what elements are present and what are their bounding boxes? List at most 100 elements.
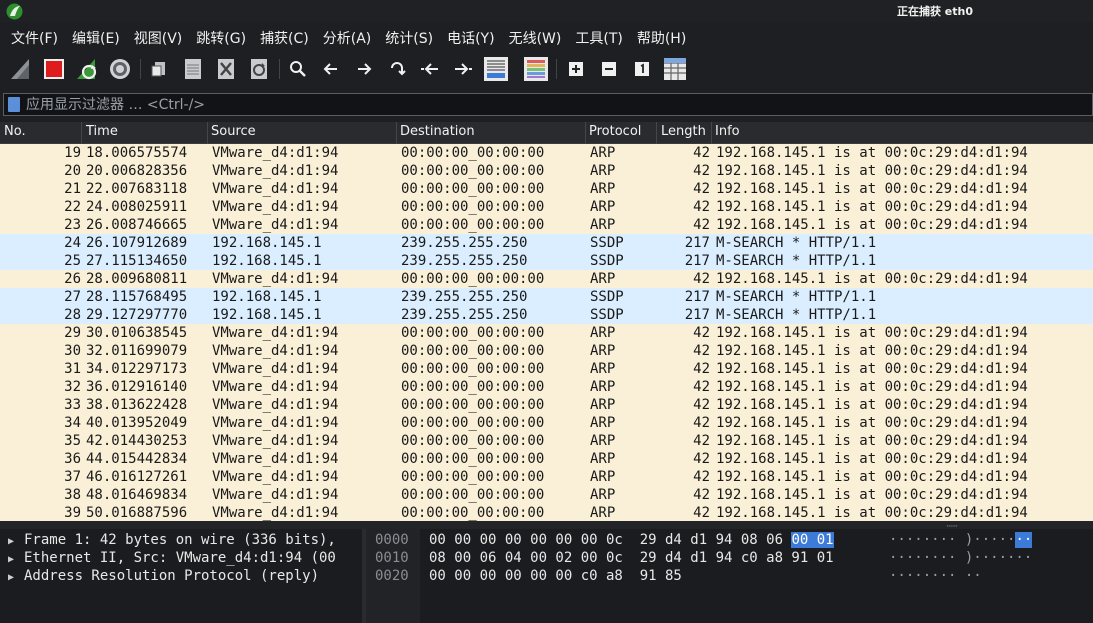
packet-row[interactable]: 28 29.127297770 192.168.145.1 239.255.255.2… [0, 306, 1093, 324]
packet-row[interactable]: 31 34.012297173 VMware_d4:d1:94 00:00:00_00… [0, 360, 1093, 378]
save-file-icon[interactable] [180, 56, 206, 82]
column-divider[interactable] [81, 122, 82, 144]
column-divider[interactable] [207, 122, 208, 144]
column-header-info[interactable]: Info [715, 124, 740, 139]
last-packet-icon[interactable] [450, 56, 476, 82]
packet-cell-protocol: ARP [590, 433, 616, 449]
packet-row[interactable]: 37 46.016127261 VMware_d4:d1:94 00:00:00_00… [0, 468, 1093, 486]
byte-ascii-line[interactable]: ········ )······· [889, 532, 1033, 550]
packet-details-pane[interactable]: ▶ Frame 1: 42 bytes on wire (336 bits), ▶… [0, 529, 362, 623]
packet-row[interactable]: 30 32.011699079 VMware_d4:d1:94 00:00:00_00… [0, 342, 1093, 360]
menu-item[interactable]: 分析(A) [323, 26, 372, 50]
packet-cell-no: 32 [64, 379, 81, 395]
menu-item[interactable]: 统计(S) [385, 26, 433, 50]
byte-ascii-line[interactable]: ········ )······· [889, 550, 1032, 568]
menu-item[interactable]: 文件(F) [11, 26, 58, 50]
packet-row[interactable]: 22 24.008025911 VMware_d4:d1:94 00:00:00_00… [0, 198, 1093, 216]
packet-row[interactable]: 35 42.014430253 VMware_d4:d1:94 00:00:00_00… [0, 432, 1093, 450]
open-file-icon[interactable] [146, 56, 172, 82]
packet-cell-time: 20.006828356 [86, 163, 188, 179]
packet-cell-info: 192.168.145.1 is at 00:0c:29:d4:d1:94 [716, 397, 1028, 413]
colorize-icon[interactable] [523, 56, 549, 82]
autoscroll-icon[interactable] [483, 56, 509, 82]
packet-cell-info: 192.168.145.1 is at 00:0c:29:d4:d1:94 [716, 217, 1028, 233]
go-back-icon[interactable] [318, 56, 344, 82]
packet-row[interactable]: 27 28.115768495 192.168.145.1 239.255.255.2… [0, 288, 1093, 306]
packet-cell-no: 34 [64, 415, 81, 431]
capture-options-icon[interactable] [107, 56, 133, 82]
packet-cell-length: 42 [693, 469, 710, 485]
packet-row[interactable]: 19 18.006575574 VMware_d4:d1:94 00:00:00_00… [0, 144, 1093, 162]
selected-ascii[interactable]: ·· [1015, 532, 1033, 548]
packet-row[interactable]: 23 26.008746665 VMware_d4:d1:94 00:00:00_00… [0, 216, 1093, 234]
column-divider[interactable] [656, 122, 657, 144]
bookmark-icon[interactable] [8, 97, 20, 112]
reload-file-icon[interactable] [246, 56, 272, 82]
column-header-time[interactable]: Time [86, 124, 118, 139]
column-header-destination[interactable]: Destination [400, 124, 475, 139]
packet-row[interactable]: 39 50.016887596 VMware_d4:d1:94 00:00:00_00… [0, 504, 1093, 521]
expand-arrow-icon[interactable]: ▶ [8, 554, 24, 565]
packet-cell-info: 192.168.145.1 is at 00:0c:29:d4:d1:94 [716, 451, 1028, 467]
first-packet-icon[interactable] [417, 56, 443, 82]
stop-capture-icon[interactable] [41, 56, 67, 82]
column-divider[interactable] [711, 122, 712, 144]
menu-item[interactable]: 视图(V) [134, 26, 183, 50]
resize-columns-icon[interactable] [662, 56, 688, 82]
close-file-icon[interactable] [213, 56, 239, 82]
packet-cell-source: VMware_d4:d1:94 [212, 271, 339, 287]
menu-item[interactable]: 帮助(H) [637, 26, 686, 50]
column-header-length[interactable]: Length [661, 124, 706, 139]
zoom-out-icon[interactable] [596, 56, 622, 82]
column-divider[interactable] [396, 122, 397, 144]
detail-tree-item[interactable]: ▶ Ethernet II, Src: VMware_d4:d1:94 (00 [8, 550, 336, 568]
menu-item[interactable]: 跳转(G) [196, 26, 246, 50]
detail-tree-item[interactable]: ▶ Address Resolution Protocol (reply) [8, 568, 319, 586]
display-filter-input[interactable] [26, 96, 1076, 113]
column-header-protocol[interactable]: Protocol [589, 124, 641, 139]
packet-row[interactable]: 26 28.009680811 VMware_d4:d1:94 00:00:00_00… [0, 270, 1093, 288]
packet-cell-protocol: ARP [590, 145, 616, 161]
menu-item[interactable]: 电话(Y) [447, 26, 494, 50]
byte-hex-line[interactable]: 08 00 06 04 00 02 00 0c 29 d4 d1 94 c0 a… [429, 550, 834, 568]
packet-row[interactable]: 29 30.010638545 VMware_d4:d1:94 00:00:00_00… [0, 324, 1093, 342]
selected-bytes[interactable]: 00 01 [791, 532, 834, 548]
go-forward-icon[interactable] [351, 56, 377, 82]
toolbar-separator [140, 59, 141, 79]
packet-row[interactable]: 24 26.107912689 192.168.145.1 239.255.255.2… [0, 234, 1093, 252]
go-to-packet-icon[interactable] [384, 56, 410, 82]
packet-cell-destination: 00:00:00_00:00:00 [401, 145, 545, 161]
normal-size-icon[interactable] [629, 56, 655, 82]
pane-splitter[interactable]: ······ [0, 521, 1093, 532]
packet-row[interactable]: 20 20.006828356 VMware_d4:d1:94 00:00:00_00… [0, 162, 1093, 180]
shark-fin-start-icon[interactable] [8, 56, 34, 82]
zoom-in-icon[interactable] [563, 56, 589, 82]
column-header-source[interactable]: Source [211, 124, 256, 139]
packet-list[interactable]: No. Time Source Destination Protocol Len… [0, 122, 1093, 521]
packet-row[interactable]: 36 44.015442834 VMware_d4:d1:94 00:00:00_00… [0, 450, 1093, 468]
menu-item[interactable]: 无线(W) [509, 26, 562, 50]
expand-arrow-icon[interactable]: ▶ [8, 572, 24, 583]
packet-bytes-pane[interactable]: 0000 00 00 00 00 00 00 00 0c 29 d4 d1 94… [366, 529, 1093, 623]
packet-row[interactable]: 21 22.007683118 VMware_d4:d1:94 00:00:00_00… [0, 180, 1093, 198]
byte-ascii-line[interactable]: ········ ·· [889, 568, 982, 586]
menu-item[interactable]: 工具(T) [575, 26, 622, 50]
packet-cell-time: 46.016127261 [86, 469, 188, 485]
search-icon[interactable] [285, 56, 311, 82]
byte-hex-line[interactable]: 00 00 00 00 00 00 00 0c 29 d4 d1 94 08 0… [429, 532, 834, 550]
packet-row[interactable]: 25 27.115134650 192.168.145.1 239.255.255.2… [0, 252, 1093, 270]
menu-item[interactable]: 编辑(E) [72, 26, 120, 50]
menu-item[interactable]: 捕获(C) [260, 26, 309, 50]
packet-row[interactable]: 38 48.016469834 VMware_d4:d1:94 00:00:00_00… [0, 486, 1093, 504]
packet-row[interactable]: 34 40.013952049 VMware_d4:d1:94 00:00:00_00… [0, 414, 1093, 432]
byte-hex-line[interactable]: 00 00 00 00 00 00 c0 a8 91 85 [429, 568, 682, 586]
packet-cell-protocol: ARP [590, 271, 616, 287]
column-divider[interactable] [585, 122, 586, 144]
window-title: 正在捕获 eth0 [896, 5, 973, 18]
detail-tree-item[interactable]: ▶ Frame 1: 42 bytes on wire (336 bits), [8, 532, 336, 550]
restart-capture-icon[interactable] [74, 56, 100, 82]
packet-row[interactable]: 32 36.012916140 VMware_d4:d1:94 00:00:00_00… [0, 378, 1093, 396]
column-header-no[interactable]: No. [4, 124, 26, 139]
packet-row[interactable]: 33 38.013622428 VMware_d4:d1:94 00:00:00_00… [0, 396, 1093, 414]
expand-arrow-icon[interactable]: ▶ [8, 536, 24, 547]
